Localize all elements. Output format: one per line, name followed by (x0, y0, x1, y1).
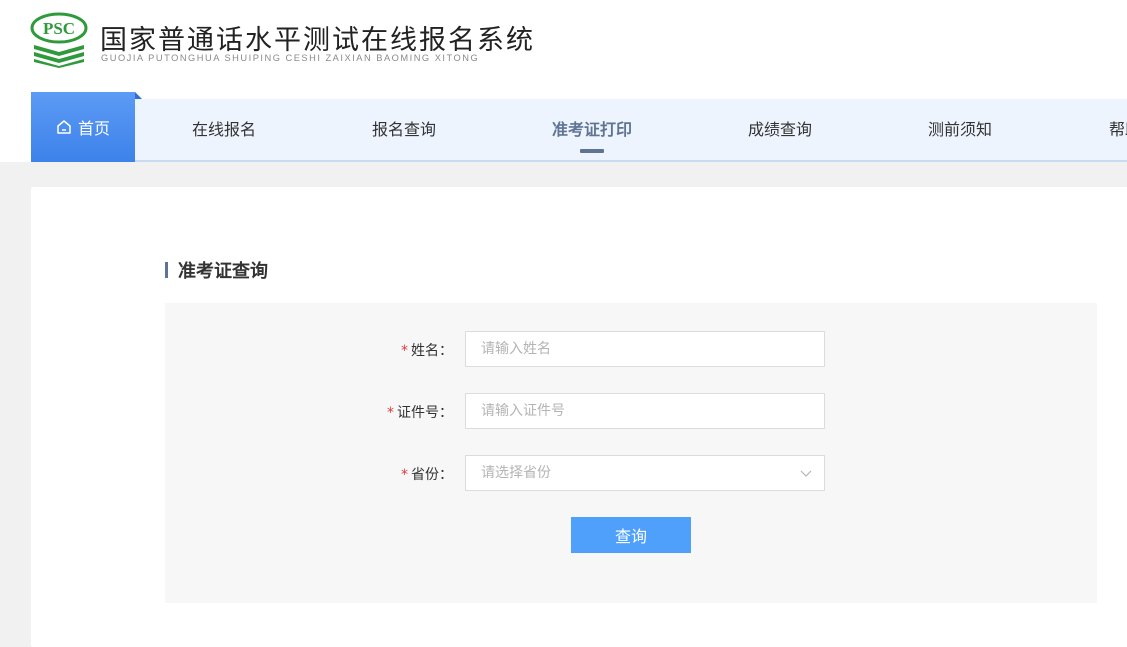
site-header: PSC 国家普通话水平测试在线报名系统 GUOJIA PUTONGHUA SHU… (0, 0, 1127, 92)
heading-accent-bar (165, 262, 168, 278)
nav-item-pretest-notice[interactable]: 测前须知 (920, 99, 1000, 160)
province-select[interactable]: 请选择省份 (465, 455, 825, 491)
nav-item-label: 在线报名 (191, 120, 256, 139)
site-title: 国家普通话水平测试在线报名系统 (100, 25, 535, 56)
nav-item-online-register[interactable]: 在线报名 (184, 99, 264, 160)
psc-logo-icon[interactable]: PSC (30, 12, 88, 68)
id-label: * 证件号： (293, 402, 453, 422)
logo-text: PSC (43, 19, 75, 38)
province-label: * 省份： (293, 464, 453, 484)
required-mark: * (401, 467, 408, 483)
province-label-text: 省份： (411, 467, 453, 483)
nav-item-score-query[interactable]: 成绩查询 (740, 99, 820, 160)
name-label: * 姓名： (293, 340, 453, 360)
nav-item-register-query[interactable]: 报名查询 (364, 99, 444, 160)
main-nav: 首页 在线报名 报名查询 准考证打印 成绩查询 测前须知 帮助 (0, 92, 1127, 162)
active-tab-indicator (580, 149, 604, 153)
chevron-down-icon (800, 470, 812, 477)
nav-home-button[interactable]: 首页 (31, 92, 135, 162)
id-label-text: 证件号： (397, 405, 453, 421)
nav-item-label: 帮助 (1109, 120, 1127, 139)
nav-item-label: 测前须知 (927, 120, 992, 139)
query-button[interactable]: 查询 (571, 517, 691, 553)
nav-item-label: 准考证打印 (551, 120, 632, 139)
name-label-text: 姓名： (411, 343, 453, 359)
section-title-text: 准考证查询 (178, 261, 268, 282)
nav-item-help[interactable]: 帮助 (1100, 99, 1127, 160)
section-heading: 准考证查询 (165, 258, 268, 282)
province-placeholder: 请选择省份 (481, 465, 551, 481)
site-subtitle: GUOJIA PUTONGHUA SHUIPING CESHI ZAIXIAN … (101, 53, 480, 63)
nav-item-label: 报名查询 (371, 120, 436, 139)
required-mark: * (401, 343, 408, 359)
nav-item-label: 成绩查询 (747, 120, 812, 139)
home-icon (57, 120, 71, 134)
nav-item-admission-print[interactable]: 准考证打印 (542, 99, 642, 160)
nav-home-label: 首页 (77, 119, 110, 138)
nav-home-fold (135, 92, 142, 99)
required-mark: * (387, 405, 394, 421)
name-input[interactable] (465, 331, 825, 367)
id-number-input[interactable] (465, 393, 825, 429)
